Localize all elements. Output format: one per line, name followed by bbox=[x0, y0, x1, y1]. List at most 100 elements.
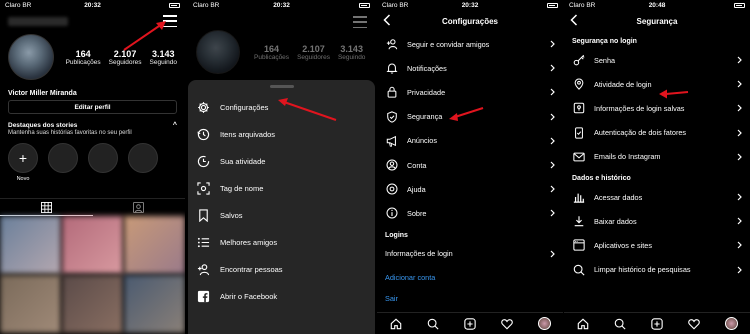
chevron-right-icon bbox=[550, 185, 555, 193]
heart-icon[interactable] bbox=[687, 318, 700, 330]
post-thumbnail[interactable] bbox=[0, 275, 61, 333]
post-thumbnail[interactable] bbox=[124, 216, 185, 274]
menu-item-discover-people[interactable]: Encontrar pessoas bbox=[188, 256, 375, 283]
new-highlight[interactable]: + Novo bbox=[8, 143, 38, 182]
settings-item-ads[interactable]: Anúncios bbox=[377, 129, 563, 153]
logout-link[interactable]: Sair bbox=[377, 290, 563, 308]
settings-item-about[interactable]: Sobre bbox=[377, 201, 563, 225]
status-bar: Claro BR 20:32 bbox=[377, 0, 563, 10]
home-icon[interactable] bbox=[390, 318, 402, 330]
heart-icon[interactable] bbox=[500, 318, 513, 330]
apps-icon bbox=[573, 239, 585, 252]
security-item-apps-sites[interactable]: Aplicativos e sites bbox=[564, 233, 750, 257]
menu-item-activity[interactable]: Sua atividade bbox=[188, 148, 375, 175]
new-post-icon[interactable] bbox=[650, 317, 663, 330]
settings-item-security[interactable]: Segurança bbox=[377, 105, 563, 129]
settings-item-invite-friends[interactable]: Seguir e convidar amigos bbox=[377, 32, 563, 56]
profile-header bbox=[0, 10, 185, 32]
security-item-clear-search[interactable]: Limpar histórico de pesquisas bbox=[564, 258, 750, 282]
help-icon bbox=[386, 183, 398, 195]
chevron-right-icon bbox=[550, 209, 555, 217]
home-icon[interactable] bbox=[577, 318, 589, 330]
chevron-right-icon bbox=[550, 250, 555, 258]
hamburger-menu-icon[interactable] bbox=[163, 15, 177, 27]
security-item-saved-login[interactable]: Informações de login salvas bbox=[564, 96, 750, 120]
avatar[interactable] bbox=[8, 34, 54, 80]
bar-chart-icon bbox=[573, 193, 585, 203]
battery-icon bbox=[734, 2, 745, 8]
chevron-right-icon bbox=[550, 89, 555, 96]
grid-icon bbox=[40, 201, 52, 213]
post-thumbnail[interactable] bbox=[124, 275, 185, 333]
highlight-placeholder bbox=[88, 143, 118, 182]
search-icon[interactable] bbox=[427, 318, 439, 330]
chevron-right-icon bbox=[737, 153, 742, 161]
followers-stat[interactable]: 2.107 Seguidores bbox=[109, 49, 142, 66]
settings-item-help[interactable]: Ajuda bbox=[377, 177, 563, 201]
battery-icon bbox=[547, 2, 558, 8]
menu-item-saved[interactable]: Salvos bbox=[188, 202, 375, 229]
search-icon bbox=[573, 264, 585, 276]
chevron-right-icon bbox=[737, 129, 742, 137]
back-chevron-icon[interactable] bbox=[383, 14, 391, 26]
profile-avatar-icon[interactable] bbox=[724, 317, 738, 330]
battery-icon bbox=[169, 2, 180, 8]
profile-tabs bbox=[0, 198, 185, 216]
chevron-right-icon bbox=[737, 80, 742, 88]
security-item-login-activity[interactable]: Atividade de login bbox=[564, 72, 750, 96]
key-icon bbox=[573, 55, 585, 66]
security-item-two-factor[interactable]: Autenticação de dois fatores bbox=[564, 121, 750, 145]
nav-bar: Configurações bbox=[377, 10, 563, 32]
chevron-right-icon bbox=[737, 241, 742, 249]
menu-item-nametag[interactable]: Tag de nome bbox=[188, 175, 375, 202]
security-item-download-data[interactable]: Baixar dados bbox=[564, 209, 750, 233]
highlight-placeholder bbox=[48, 143, 78, 182]
search-icon[interactable] bbox=[614, 318, 626, 330]
clock: 20:48 bbox=[648, 1, 666, 9]
following-stat[interactable]: 3.143 Seguindo bbox=[150, 49, 177, 66]
settings-item-login-info[interactable]: Informações de login bbox=[377, 242, 563, 266]
post-thumbnail[interactable] bbox=[62, 216, 123, 274]
clock: 20:32 bbox=[461, 1, 479, 9]
nav-bar: Segurança bbox=[564, 10, 750, 32]
options-sheet: Configurações Itens arquivados Sua ativi… bbox=[188, 80, 375, 334]
page-title: Segurança bbox=[636, 16, 678, 26]
profile-screen: Claro BR 20:32 164 Publicações 2.107 Segui… bbox=[0, 0, 185, 334]
edit-profile-button[interactable]: Editar perfil bbox=[8, 100, 177, 114]
menu-item-settings[interactable]: Configurações bbox=[188, 94, 375, 121]
post-thumbnail[interactable] bbox=[62, 275, 123, 333]
back-chevron-icon[interactable] bbox=[570, 14, 578, 26]
security-item-password[interactable]: Senha bbox=[564, 48, 750, 72]
location-pin-icon bbox=[574, 78, 584, 91]
person-icon bbox=[386, 159, 398, 171]
megaphone-icon bbox=[386, 135, 396, 147]
status-bar: Claro BR 20:48 bbox=[564, 0, 750, 10]
chevron-right-icon bbox=[550, 137, 555, 145]
keyhole-icon bbox=[573, 103, 585, 114]
chevron-right-icon bbox=[737, 105, 742, 112]
menu-item-open-facebook[interactable]: Abrir o Facebook bbox=[188, 283, 375, 310]
tagged-tab[interactable] bbox=[93, 199, 186, 216]
settings-item-account[interactable]: Conta bbox=[377, 153, 563, 177]
post-thumbnail[interactable] bbox=[0, 216, 61, 274]
menu-item-archive[interactable]: Itens arquivados bbox=[188, 121, 375, 148]
sheet-handle[interactable] bbox=[269, 85, 294, 88]
battery-icon bbox=[359, 2, 370, 8]
security-item-access-data[interactable]: Acessar dados bbox=[564, 185, 750, 209]
chevron-right-icon bbox=[737, 56, 742, 64]
add-account-link[interactable]: Adicionar conta bbox=[377, 266, 563, 290]
new-post-icon[interactable] bbox=[463, 317, 476, 330]
bottom-tab-bar bbox=[564, 312, 750, 334]
security-item-emails[interactable]: Emails do Instagram bbox=[564, 145, 750, 169]
shield-icon bbox=[387, 110, 397, 123]
settings-item-privacy[interactable]: Privacidade bbox=[377, 80, 563, 104]
grid-tab[interactable] bbox=[0, 199, 93, 216]
collapse-chevron-icon[interactable]: ^ bbox=[173, 122, 177, 129]
gear-icon bbox=[197, 102, 209, 113]
chevron-right-icon bbox=[550, 40, 555, 48]
menu-item-close-friends[interactable]: Melhores amigos bbox=[188, 229, 375, 256]
posts-stat[interactable]: 164 Publicações bbox=[66, 49, 101, 66]
settings-item-notifications[interactable]: Notificações bbox=[377, 56, 563, 80]
add-person-icon bbox=[197, 264, 209, 276]
profile-avatar-icon[interactable] bbox=[537, 317, 551, 330]
